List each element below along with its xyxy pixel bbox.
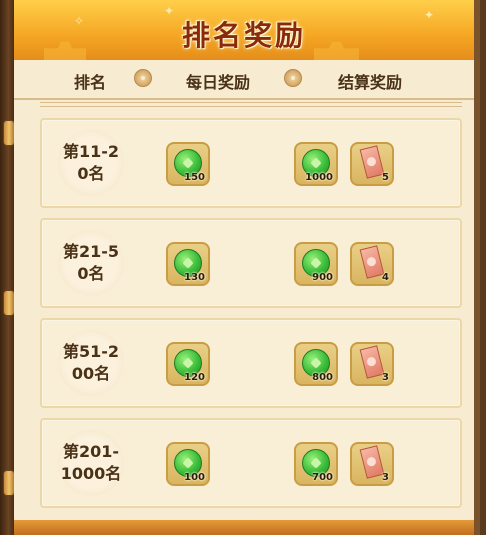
daily-reward-item[interactable]: 150 [166,142,210,186]
item-quantity: 3 [382,372,389,383]
settle-ticket-item[interactable]: 4 [350,242,394,286]
bottom-edge [14,520,474,535]
red-ticket-icon [359,145,385,179]
item-quantity: 150 [184,172,205,183]
settle-coin-item[interactable]: 700 [294,442,338,486]
header-daily-reward: 每日奖励 [186,73,251,92]
daily-reward-item[interactable]: 120 [166,342,210,386]
title-banner: ✦ ✦ ✧ 排名奖励 [14,0,474,60]
settle-ticket-item[interactable]: 5 [350,142,394,186]
scroll-spine [0,0,15,535]
rank-badge: 第51-200名 [58,330,124,396]
reward-row: 第11-20名 150 1000 5 [40,118,462,208]
rank-badge: 第201-1000名 [58,430,124,496]
item-quantity: 100 [184,472,205,483]
item-quantity: 3 [382,472,389,483]
settle-coin-item[interactable]: 900 [294,242,338,286]
item-quantity: 130 [184,272,205,283]
settle-ticket-item[interactable]: 3 [350,342,394,386]
item-quantity: 120 [184,372,205,383]
rank-label: 第51-200名 [62,342,120,383]
rank-label: 第11-20名 [62,142,120,183]
settle-ticket-item[interactable]: 3 [350,442,394,486]
rank-label: 第201-1000名 [60,442,122,483]
flower-icon [134,69,152,87]
column-header-row: 排名 每日奖励 结算奖励 [14,60,474,100]
flower-icon [284,69,302,87]
item-quantity: 800 [312,372,333,383]
header-settle-reward: 结算奖励 [338,73,403,92]
item-quantity: 4 [382,272,389,283]
settle-coin-item[interactable]: 1000 [294,142,338,186]
rank-badge: 第11-20名 [58,130,124,196]
header-divider [40,102,462,107]
item-quantity: 900 [312,272,333,283]
reward-window: ✦ ✦ ✧ 排名奖励 排名 每日奖励 结算奖励 第11-20名 150 1000 [0,0,486,535]
red-ticket-icon [359,445,385,479]
red-ticket-icon [359,245,385,279]
reward-row: 第21-50名 130 900 4 [40,218,462,308]
rank-badge: 第21-50名 [58,230,124,296]
item-quantity: 5 [382,172,389,183]
daily-reward-item[interactable]: 130 [166,242,210,286]
header-rank: 排名 [74,73,107,92]
reward-panel: ✦ ✦ ✧ 排名奖励 排名 每日奖励 结算奖励 第11-20名 150 1000 [14,0,480,535]
settle-coin-item[interactable]: 800 [294,342,338,386]
page-title: 排名奖励 [181,19,306,52]
rank-label: 第21-50名 [62,242,120,283]
reward-row: 第51-200名 120 800 3 [40,318,462,408]
item-quantity: 1000 [305,172,333,183]
daily-reward-item[interactable]: 100 [166,442,210,486]
reward-row: 第201-1000名 100 700 3 [40,418,462,508]
item-quantity: 700 [312,472,333,483]
red-ticket-icon [359,345,385,379]
